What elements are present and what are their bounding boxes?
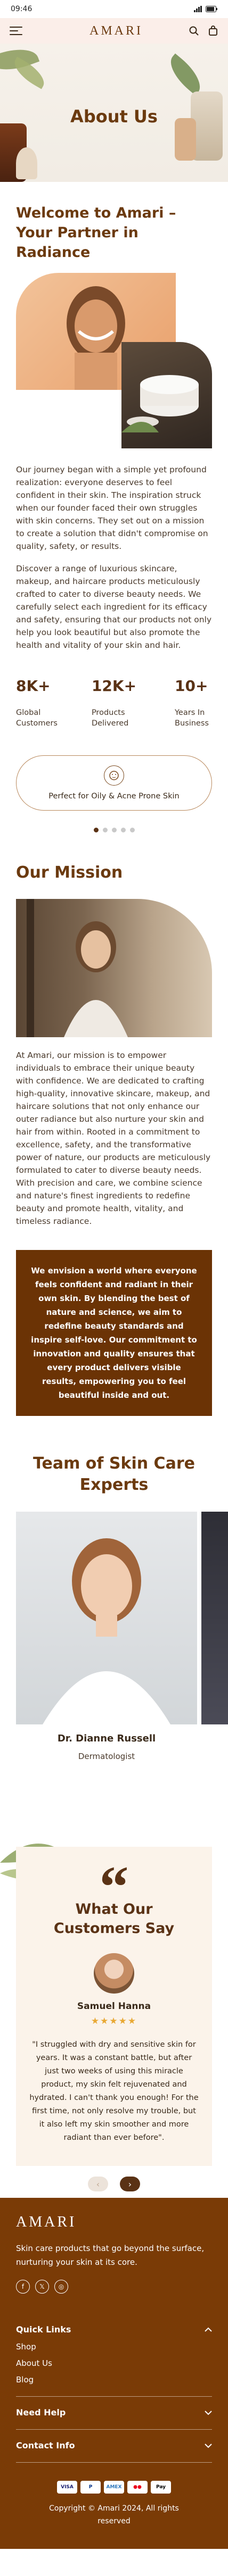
need-help-toggle[interactable]: Need Help xyxy=(16,2407,212,2417)
stat-label: Years In Business xyxy=(175,708,209,728)
testimonial-card: “ What Our Customers Say Samuel Hanna ★★… xyxy=(16,1847,212,2191)
leaf-decoration xyxy=(162,53,208,96)
bottle-decoration xyxy=(16,147,37,179)
hero-banner: About Us xyxy=(0,44,228,182)
carousel-dot[interactable] xyxy=(111,828,117,832)
facebook-icon[interactable]: f xyxy=(16,2280,30,2294)
star-rating: ★★★★★ xyxy=(91,2016,137,2027)
footer-logo[interactable]: AMARI xyxy=(16,2214,212,2231)
testimonial-nav: ‹ › xyxy=(16,2177,212,2191)
divider xyxy=(16,2462,212,2463)
carousel-dot[interactable] xyxy=(93,828,99,832)
status-bar: 09:46 xyxy=(0,0,228,18)
stat-value: 12K+ xyxy=(91,677,137,695)
footer-link-about[interactable]: About Us xyxy=(16,2358,212,2368)
need-help-title: Need Help xyxy=(16,2407,66,2417)
next-button[interactable]: › xyxy=(120,2177,140,2191)
team-carousel: Dr. Dianne Russell Dermatologist xyxy=(0,1512,228,1794)
footer-tagline: Skin care products that go beyond the su… xyxy=(16,2244,205,2267)
welcome-paragraph: Our journey began with a simple yet prof… xyxy=(16,465,208,551)
reviewer-name: Samuel Hanna xyxy=(77,2001,151,2012)
carousel-dot[interactable] xyxy=(120,828,126,832)
team-member-role: Dermatologist xyxy=(78,1752,135,1761)
visa-icon: VISA xyxy=(57,2481,77,2494)
site-header: AMARI xyxy=(0,18,228,44)
feature-card[interactable]: Perfect for Oily & Acne Prone Skin xyxy=(16,755,212,811)
stat-label: Global Customers xyxy=(16,708,58,728)
testimonials-title: What Our Customers Say xyxy=(53,1901,175,1937)
face-icon xyxy=(104,765,124,786)
stat-products: 12K+ Products Delivered xyxy=(92,677,136,729)
welcome-section: Welcome to Amari – Your Partner in Radia… xyxy=(0,203,228,1228)
footer-link-shop[interactable]: Shop xyxy=(16,2342,212,2352)
chevron-up-icon xyxy=(205,2327,212,2332)
stat-customers: 8K+ Global Customers xyxy=(16,677,58,729)
welcome-images xyxy=(16,273,212,448)
payment-methods: VISA P AMEX ●● Pay xyxy=(16,2481,212,2494)
quick-links-toggle[interactable]: Quick Links xyxy=(16,2324,212,2335)
chevron-down-icon xyxy=(205,2443,212,2448)
avatar xyxy=(94,1953,134,1994)
chevron-down-icon xyxy=(205,2410,212,2415)
stat-years: 10+ Years In Business xyxy=(175,677,212,729)
welcome-paragraph: Discover a range of luxurious skincare, … xyxy=(16,564,212,650)
divider xyxy=(16,2396,212,2397)
carousel-dots xyxy=(16,828,212,832)
skincare-jar-image xyxy=(121,342,212,448)
team-photo xyxy=(16,1512,197,1724)
mission-image xyxy=(16,899,212,1037)
contact-info-toggle[interactable]: Contact Info xyxy=(16,2440,212,2450)
stat-value: 8K+ xyxy=(16,677,51,695)
vision-box: We envision a world where everyone feels… xyxy=(16,1250,212,1416)
header-actions xyxy=(189,26,218,36)
cart-icon[interactable] xyxy=(208,26,218,36)
menu-icon[interactable] xyxy=(10,27,22,35)
stat-label: Products Delivered xyxy=(91,708,129,728)
team-member-name: Dr. Dianne Russell xyxy=(57,1733,156,1744)
about-page: 09:46 AMARI About Us Welcome to Amari – … xyxy=(0,0,228,2549)
status-icons xyxy=(194,6,217,12)
team-title: Team of Skin Care Experts xyxy=(33,1454,195,1494)
welcome-title: Welcome to Amari – Your Partner in Radia… xyxy=(16,205,176,261)
amex-icon: AMEX xyxy=(104,2481,124,2494)
social-links: f 𝕏 ◎ xyxy=(16,2280,212,2294)
footer-link-blog[interactable]: Blog xyxy=(16,2375,212,2385)
review-text: "I struggled with dry and sensitive skin… xyxy=(29,2040,199,2142)
previous-button[interactable]: ‹ xyxy=(88,2177,108,2191)
apple-pay-icon: Pay xyxy=(151,2481,171,2494)
search-icon[interactable] xyxy=(189,26,199,36)
instagram-icon[interactable]: ◎ xyxy=(54,2280,68,2294)
quick-links-title: Quick Links xyxy=(16,2324,71,2335)
stats-row: 8K+ Global Customers 12K+ Products Deliv… xyxy=(16,677,212,729)
stat-value: 10+ xyxy=(175,677,208,695)
site-footer: AMARI Skin care products that go beyond … xyxy=(0,2198,228,2549)
status-time: 09:46 xyxy=(11,5,32,13)
quick-links-list: Shop About Us Blog xyxy=(16,2342,212,2385)
header-logo[interactable]: AMARI xyxy=(89,24,143,38)
mastercard-icon: ●● xyxy=(127,2481,148,2494)
signal-icon xyxy=(194,6,202,12)
feature-text: Perfect for Oily & Acne Prone Skin xyxy=(48,792,180,801)
carousel-dot[interactable] xyxy=(102,828,108,832)
x-icon[interactable]: 𝕏 xyxy=(35,2280,49,2294)
mission-paragraph: At Amari, our mission is to empower indi… xyxy=(16,1051,211,1226)
battery-icon xyxy=(206,6,217,12)
contact-info-title: Contact Info xyxy=(16,2440,75,2450)
carousel-dot[interactable] xyxy=(129,828,135,832)
page-title: About Us xyxy=(70,106,158,127)
team-card[interactable]: Dr. Dianne Russell Dermatologist xyxy=(16,1512,197,1761)
divider xyxy=(16,2429,212,2430)
mission-title: Our Mission xyxy=(16,863,123,882)
testimonials-section: “ What Our Customers Say Samuel Hanna ★★… xyxy=(0,1810,228,2191)
team-card-peek[interactable] xyxy=(201,1512,228,1724)
copyright: Copyright © Amari 2024, All rights reser… xyxy=(49,2504,179,2525)
paypal-icon: P xyxy=(80,2481,101,2494)
